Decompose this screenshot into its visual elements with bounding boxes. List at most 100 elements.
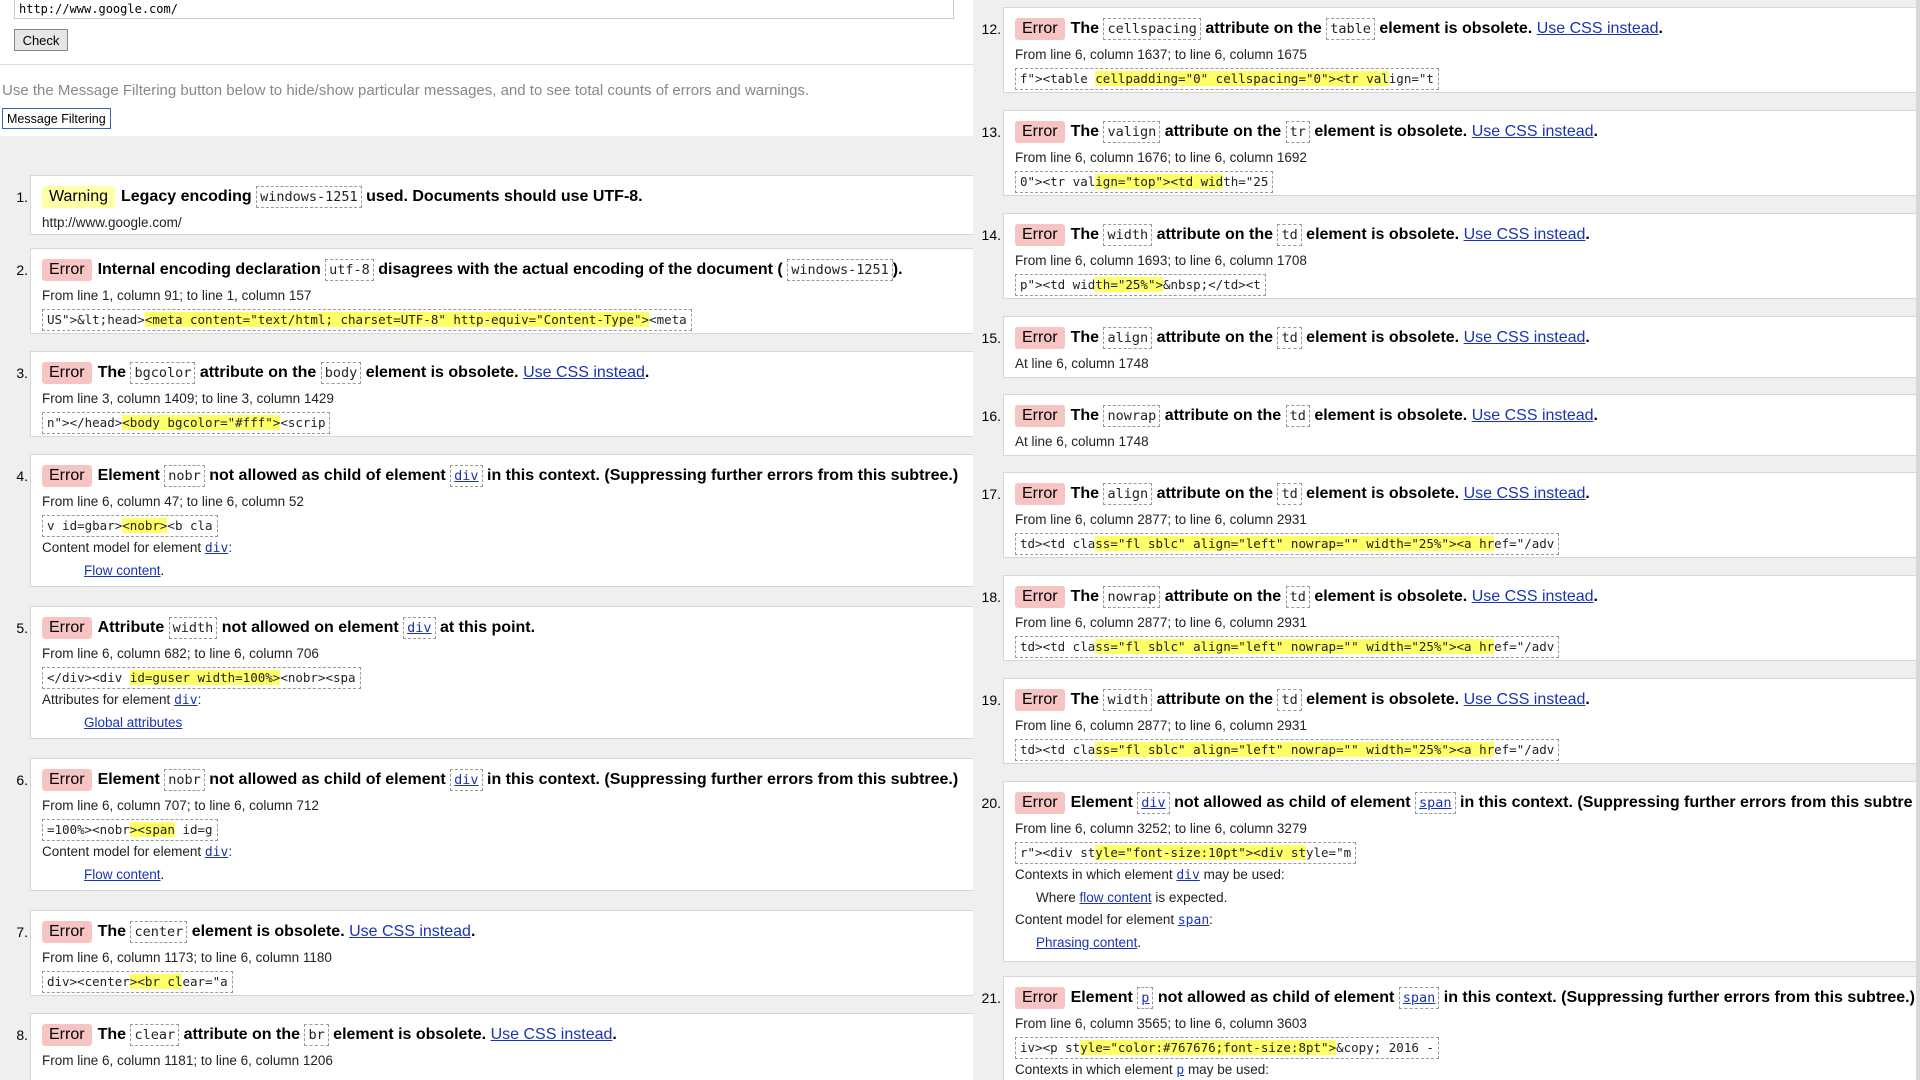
message-location: From line 6, column 1181; to line 6, col… bbox=[42, 1053, 333, 1068]
extract-highlight: ign="top"><td wid bbox=[1095, 174, 1224, 189]
message-text: Error The cellspacing attribute on the ta… bbox=[1015, 17, 1920, 41]
message-number: 3. bbox=[16, 365, 28, 381]
use-css-link[interactable]: Use CSS instead bbox=[1464, 691, 1586, 708]
code-extract: =100%><nobr><span id=g bbox=[42, 819, 218, 841]
element-link[interactable]: div bbox=[1176, 868, 1199, 883]
error-badge: Error bbox=[1015, 18, 1065, 40]
extract-after: <nobr><spa bbox=[280, 670, 356, 685]
message-location: From line 6, column 1676; to line 6, col… bbox=[1015, 150, 1307, 165]
message-card: Error The width attribute on the td eleme… bbox=[1003, 678, 1920, 764]
error-badge: Error bbox=[42, 465, 92, 487]
use-css-link[interactable]: Use CSS instead bbox=[1472, 123, 1594, 140]
extra-label: Contexts in which element bbox=[1015, 1062, 1173, 1077]
message-card: Error Internal encoding declaration utf-8… bbox=[30, 248, 973, 334]
message-middle: disagrees with the actual encoding of th… bbox=[378, 261, 783, 278]
code-extract: 0"><tr valign="top"><td width="25 bbox=[1015, 171, 1274, 193]
error-badge: Error bbox=[1015, 405, 1065, 427]
extra-sub: Flow content. bbox=[42, 864, 973, 886]
code-name[interactable]: span bbox=[1398, 987, 1440, 1009]
use-css-link[interactable]: Use CSS instead bbox=[523, 364, 645, 381]
flow-content-link[interactable]: flow content bbox=[1080, 890, 1152, 905]
message-suffix: at this point. bbox=[439, 619, 536, 636]
message-card: Error The center element is obsolete. Use… bbox=[30, 910, 973, 996]
message-card: Error Element p not allowed as child of e… bbox=[1003, 976, 1920, 1080]
message-text: Error Element nobr not allowed as child o… bbox=[42, 464, 973, 488]
where-label: Where bbox=[1036, 890, 1076, 905]
use-css-link[interactable]: Use CSS instead bbox=[1464, 329, 1586, 346]
error-badge: Error bbox=[42, 259, 92, 281]
message-suffix: in this context. (Suppressing further er… bbox=[487, 771, 959, 788]
code-name: table bbox=[1326, 18, 1375, 40]
extract-after: id=g bbox=[174, 822, 213, 837]
message-prefix: The bbox=[1070, 329, 1100, 346]
code-name: utf-8 bbox=[325, 259, 374, 281]
message-card: Error The align attribute on the td eleme… bbox=[1003, 472, 1920, 558]
message-middle: attribute on the bbox=[1164, 407, 1282, 424]
element-link[interactable]: p bbox=[1176, 1063, 1184, 1078]
extra-tail: may be used: bbox=[1187, 1062, 1269, 1077]
message-prefix: The bbox=[1070, 691, 1100, 708]
extra-info: Content model for element span: bbox=[1015, 912, 1213, 928]
code-extract: f"><table cellpadding="0" cellspacing="0… bbox=[1015, 68, 1439, 90]
extract-before: </div><div bbox=[47, 670, 130, 685]
code-name: width bbox=[168, 617, 218, 639]
message-location: From line 6, column 3565; to line 6, col… bbox=[1015, 1016, 1307, 1031]
code-name: tr bbox=[1285, 121, 1310, 143]
extra-sub: Phrasing content. bbox=[1036, 935, 1142, 950]
code-name[interactable]: p bbox=[1137, 987, 1154, 1009]
use-css-link[interactable]: Use CSS instead bbox=[349, 923, 471, 940]
scrollbar[interactable] bbox=[1916, 0, 1920, 1080]
code-name[interactable]: div bbox=[450, 465, 483, 487]
code-extract: td><td class="fl sblc" align="left" nowr… bbox=[1015, 533, 1560, 555]
spec-link[interactable]: Phrasing content bbox=[1036, 935, 1137, 950]
extra-label: Content model for element bbox=[42, 540, 202, 555]
warning-badge: Warning bbox=[42, 186, 115, 208]
use-css-link[interactable]: Use CSS instead bbox=[1537, 20, 1659, 37]
code-name[interactable]: div bbox=[450, 769, 483, 791]
use-css-link[interactable]: Use CSS instead bbox=[1464, 485, 1586, 502]
url-input[interactable]: http://www.google.com/ bbox=[14, 0, 954, 19]
element-link[interactable]: div bbox=[205, 845, 228, 860]
message-card: Error Element div not allowed as child of… bbox=[1003, 781, 1920, 962]
filter-note: Use the Message Filtering button below t… bbox=[2, 82, 810, 99]
message-location: From line 6, column 2877; to line 6, col… bbox=[1015, 615, 1307, 630]
message-suffix: element is obsolete. bbox=[1306, 329, 1460, 346]
extra-info: Contexts in which element p may be used: bbox=[1015, 1059, 1920, 1080]
message-prefix: The bbox=[97, 923, 127, 940]
use-css-link[interactable]: Use CSS instead bbox=[1464, 226, 1586, 243]
check-button[interactable]: Check bbox=[14, 29, 68, 51]
code-name: body bbox=[320, 362, 362, 384]
message-card: Error Attribute width not allowed on elem… bbox=[30, 606, 973, 739]
spec-link[interactable]: Flow content bbox=[63, 563, 161, 578]
message-filtering-button[interactable]: Message Filtering bbox=[2, 108, 111, 129]
message-text: Error The align attribute on the td eleme… bbox=[1015, 326, 1920, 350]
validator-form: http://www.google.com/ Check Use the Mes… bbox=[0, 0, 973, 136]
extra-label: Contexts in which element bbox=[1015, 867, 1173, 882]
message-prefix: Attribute bbox=[97, 619, 165, 636]
code-name[interactable]: div bbox=[403, 617, 436, 639]
message-middle: not allowed as child of element bbox=[1157, 989, 1395, 1006]
message-card: Error Element nobr not allowed as child o… bbox=[30, 758, 973, 891]
element-link[interactable]: span bbox=[1178, 913, 1209, 928]
code-name[interactable]: span bbox=[1415, 792, 1456, 814]
error-badge: Error bbox=[42, 921, 92, 943]
use-css-link[interactable]: Use CSS instead bbox=[1472, 588, 1594, 605]
error-badge: Error bbox=[1015, 586, 1065, 608]
code-name: width bbox=[1103, 689, 1153, 711]
code-extract: v id=gbar><nobr><b cla bbox=[42, 515, 218, 537]
extra-sub: Flow content. bbox=[42, 560, 973, 582]
message-location: From line 6, column 707; to line 6, colu… bbox=[42, 798, 319, 813]
message-text: Error The bgcolor attribute on the body e… bbox=[42, 361, 973, 385]
code-extract: iv><p style="color:#767676;font-size:8pt… bbox=[1015, 1037, 1439, 1059]
element-link[interactable]: div bbox=[205, 541, 228, 556]
message-text: Error The width attribute on the td eleme… bbox=[1015, 688, 1920, 712]
message-middle: attribute on the bbox=[1156, 329, 1273, 346]
element-link[interactable]: div bbox=[174, 693, 197, 708]
code-name[interactable]: div bbox=[1137, 792, 1170, 814]
use-css-link[interactable]: Use CSS instead bbox=[491, 1026, 613, 1043]
spec-link[interactable]: Global attributes bbox=[63, 715, 182, 730]
extract-highlight: <nobr> bbox=[122, 518, 168, 533]
use-css-link[interactable]: Use CSS instead bbox=[1472, 407, 1594, 424]
spec-link[interactable]: Flow content bbox=[63, 867, 161, 882]
message-card: Error The valign attribute on the tr elem… bbox=[1003, 110, 1920, 196]
